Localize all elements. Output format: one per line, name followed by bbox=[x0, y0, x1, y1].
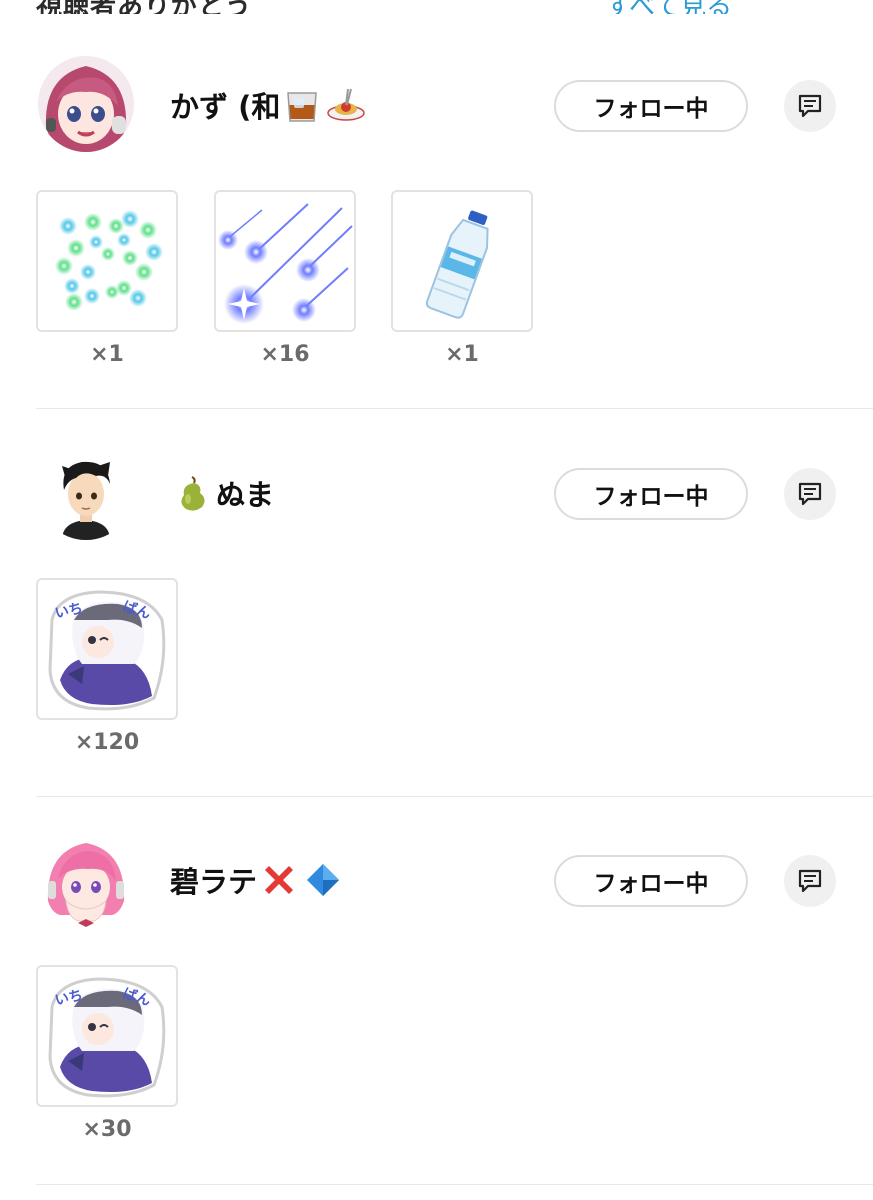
dark-haired-boy-avatar-icon bbox=[38, 444, 134, 540]
user-name-text: かず (和 bbox=[170, 90, 281, 124]
user-name[interactable]: ぬま bbox=[170, 468, 274, 518]
red-cross-emoji bbox=[259, 860, 299, 900]
pear-emoji bbox=[172, 473, 212, 513]
avatar[interactable] bbox=[38, 831, 134, 927]
gift-tile bbox=[214, 190, 356, 332]
follow-button[interactable]: フォロー中 bbox=[554, 855, 748, 907]
gift-count: ×1 bbox=[90, 342, 124, 367]
user-name-text: 碧ラテ bbox=[170, 865, 258, 899]
ichiban-chibi-sticker-gift-icon: いち ばん bbox=[48, 977, 166, 1098]
gift-tile bbox=[391, 190, 533, 332]
gift-tile: いち ばん bbox=[36, 578, 178, 720]
water-bottle-gift-icon bbox=[425, 210, 489, 319]
gift-item[interactable]: ×1 bbox=[391, 190, 533, 367]
divider bbox=[36, 1184, 873, 1185]
avatar[interactable] bbox=[38, 444, 134, 540]
green-sparkle-circle-gift-icon bbox=[55, 210, 163, 311]
gift-count: ×30 bbox=[82, 1117, 132, 1142]
whisky-glass-emoji bbox=[282, 85, 322, 125]
gift-item[interactable]: いち ばん ×30 bbox=[36, 965, 178, 1142]
message-icon bbox=[798, 94, 822, 118]
user-row: 碧ラテ フォロー中 いち ばん ×30 bbox=[0, 775, 873, 1163]
follow-button[interactable]: フォロー中 bbox=[554, 468, 748, 520]
gift-count: ×16 bbox=[260, 342, 310, 367]
message-icon bbox=[798, 869, 822, 893]
gift-tile: いち ばん bbox=[36, 965, 178, 1107]
blue-shooting-stars-gift-icon bbox=[218, 203, 353, 324]
gift-tile bbox=[36, 190, 178, 332]
gift-item[interactable]: いち ばん ×120 bbox=[36, 578, 178, 755]
user-name-text: ぬま bbox=[216, 478, 275, 512]
blue-diamond-emoji bbox=[303, 860, 343, 900]
user-row: ぬま フォロー中 いち ばん ×120 bbox=[0, 388, 873, 776]
message-button[interactable] bbox=[784, 468, 836, 520]
user-row: かず (和 フォロー中 ×1 ×16 ×1 bbox=[0, 0, 873, 388]
user-name[interactable]: かず (和 bbox=[170, 80, 368, 130]
spaghetti-emoji bbox=[326, 85, 366, 125]
message-icon bbox=[798, 482, 822, 506]
ichiban-chibi-sticker-gift-icon: いち ばん bbox=[48, 590, 166, 711]
message-button[interactable] bbox=[784, 80, 836, 132]
gift-item[interactable]: ×1 bbox=[36, 190, 178, 367]
avatar[interactable] bbox=[38, 56, 134, 152]
gift-count: ×120 bbox=[74, 730, 140, 755]
user-name[interactable]: 碧ラテ bbox=[170, 855, 345, 905]
gift-count: ×1 bbox=[445, 342, 479, 367]
gift-item[interactable]: ×16 bbox=[214, 190, 356, 367]
pink-haired-girl-avatar-icon bbox=[38, 831, 134, 927]
follow-button[interactable]: フォロー中 bbox=[554, 80, 748, 132]
anime-girl-avatar-icon bbox=[38, 56, 134, 152]
message-button[interactable] bbox=[784, 855, 836, 907]
